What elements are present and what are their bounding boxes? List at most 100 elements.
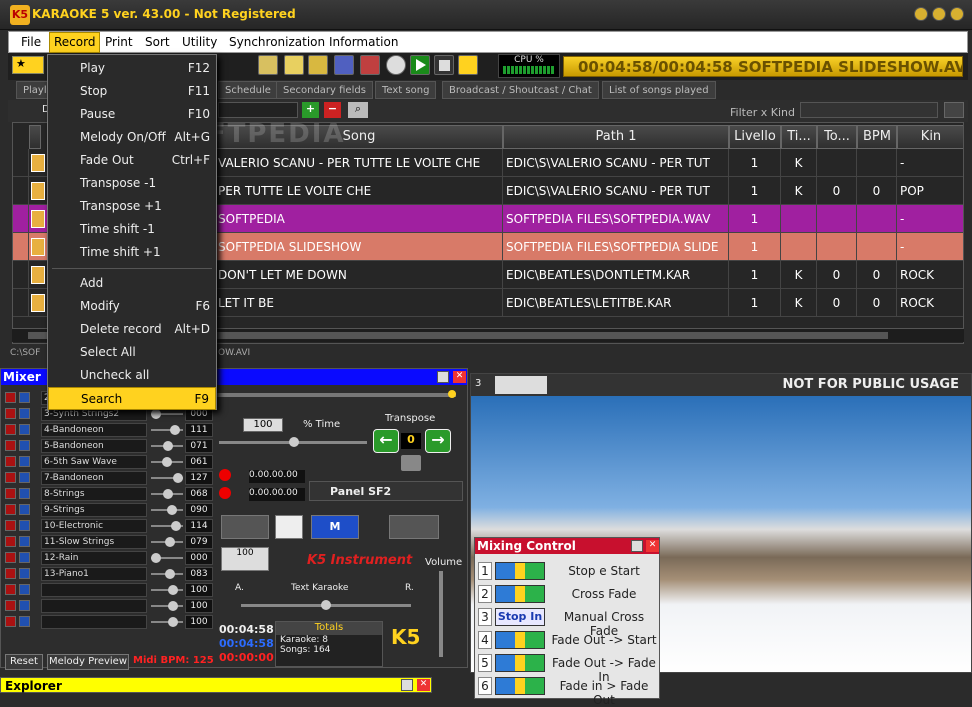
- col-header-to[interactable]: To...: [817, 125, 857, 149]
- mixing-close-icon[interactable]: ✕: [646, 540, 659, 552]
- waveform-icon[interactable]: [389, 515, 439, 539]
- record-menu-item[interactable]: Add: [48, 272, 216, 295]
- channel-slider[interactable]: [151, 425, 183, 435]
- explorer-restore-icon[interactable]: [401, 679, 413, 691]
- tab-playlist[interactable]: Playl: [16, 81, 48, 99]
- channel-name[interactable]: [41, 599, 147, 613]
- video-field[interactable]: [495, 376, 547, 394]
- record-menu-item[interactable]: Melody On/Off Alt+G: [48, 126, 216, 149]
- record-menu-item[interactable]: Select All: [48, 341, 216, 364]
- mute-icon[interactable]: [5, 440, 16, 451]
- mixing-option[interactable]: 4 Fade Out -> Start: [478, 629, 657, 651]
- record-menu-item[interactable]: Delete record Alt+D: [48, 318, 216, 341]
- filter-kind-select[interactable]: [800, 102, 938, 118]
- melody-preview-button[interactable]: Melody Preview: [47, 654, 129, 670]
- channel-slider[interactable]: [151, 489, 183, 499]
- menu-information[interactable]: Information: [329, 35, 398, 49]
- menu-utility[interactable]: Utility: [182, 35, 217, 49]
- panel-sf2-button[interactable]: Panel SF2: [309, 481, 463, 501]
- transpose-up-icon[interactable]: →: [425, 429, 451, 453]
- col-header-kind[interactable]: Kin: [897, 125, 963, 149]
- menu-synchronization[interactable]: Synchronization: [229, 35, 325, 49]
- menu-file[interactable]: File: [21, 35, 41, 49]
- solo-icon[interactable]: [19, 600, 30, 611]
- col-header-ti[interactable]: Ti...: [781, 125, 817, 149]
- row-selector[interactable]: [13, 261, 29, 289]
- channel-name[interactable]: 12-Rain: [41, 551, 147, 565]
- mute-icon[interactable]: [5, 392, 16, 403]
- record-menu-item[interactable]: Search F9: [48, 387, 216, 410]
- record-menu-item[interactable]: Play F12: [48, 57, 216, 80]
- channel-name[interactable]: 9-Strings: [41, 503, 147, 517]
- tab-songs-played[interactable]: List of songs played: [602, 81, 716, 99]
- mute-icon[interactable]: [5, 536, 16, 547]
- channel-slider[interactable]: [151, 521, 183, 531]
- mute-icon[interactable]: [5, 616, 16, 627]
- record-menu-item[interactable]: Fade Out Ctrl+F: [48, 149, 216, 172]
- channel-slider[interactable]: [151, 473, 183, 483]
- col-header-path[interactable]: Path 1: [503, 125, 729, 149]
- record-menu-item[interactable]: Modify F6: [48, 295, 216, 318]
- transpose-down-icon[interactable]: ←: [373, 429, 399, 453]
- channel-name[interactable]: [41, 583, 147, 597]
- solo-icon[interactable]: [19, 488, 30, 499]
- channel-slider[interactable]: [151, 505, 183, 515]
- star-icon[interactable]: ★: [12, 56, 44, 74]
- mute-icon[interactable]: [5, 488, 16, 499]
- close-button[interactable]: [950, 7, 964, 21]
- channel-slider[interactable]: [151, 617, 183, 627]
- stop-in-button[interactable]: Stop In: [495, 608, 545, 626]
- mixing-option[interactable]: 3 Stop In Manual Cross Fade: [478, 606, 656, 638]
- channel-name[interactable]: 8-Strings: [41, 487, 147, 501]
- solo-icon[interactable]: [19, 584, 30, 595]
- solo-icon[interactable]: [19, 552, 30, 563]
- stop-icon[interactable]: [434, 55, 454, 75]
- channel-name[interactable]: [41, 615, 147, 629]
- text-balance-slider[interactable]: [241, 600, 411, 610]
- record-icon[interactable]: [386, 55, 406, 75]
- row-selector[interactable]: [13, 149, 29, 177]
- mute-icon[interactable]: [5, 504, 16, 515]
- midi-icon[interactable]: M: [311, 515, 359, 539]
- solo-icon[interactable]: [19, 440, 30, 451]
- gauge-icon[interactable]: 100: [221, 547, 269, 571]
- channel-name[interactable]: 11-Slow Strings: [41, 535, 147, 549]
- channel-name[interactable]: 5-Bandoneon: [41, 439, 147, 453]
- video-icon[interactable]: [360, 55, 380, 75]
- open-icon[interactable]: [258, 55, 278, 75]
- mute-icon[interactable]: [5, 600, 16, 611]
- lock-icon[interactable]: [401, 455, 421, 471]
- progress-bar[interactable]: [216, 390, 456, 398]
- channel-slider[interactable]: [151, 457, 183, 467]
- explorer-close-icon[interactable]: ✕: [417, 679, 430, 691]
- maximize-button[interactable]: [932, 7, 946, 21]
- channel-slider[interactable]: [151, 585, 183, 595]
- filter-options-button[interactable]: [944, 102, 964, 118]
- mute-icon[interactable]: [5, 568, 16, 579]
- tempo-slider[interactable]: [219, 437, 367, 447]
- col-header-livello[interactable]: Livello: [729, 125, 781, 149]
- marker-b-icon[interactable]: [219, 487, 231, 499]
- tab-secondary-fields[interactable]: Secondary fields: [276, 81, 373, 99]
- mute-icon[interactable]: [5, 584, 16, 595]
- solo-icon[interactable]: [19, 456, 30, 467]
- solo-icon[interactable]: [19, 568, 30, 579]
- channel-name[interactable]: 7-Bandoneon: [41, 471, 147, 485]
- mute-icon[interactable]: [5, 424, 16, 435]
- tab-broadcast[interactable]: Broadcast / Shoutcast / Chat: [442, 81, 599, 99]
- solo-icon[interactable]: [19, 616, 30, 627]
- menu-print[interactable]: Print: [105, 35, 133, 49]
- mixing-restore-icon[interactable]: [631, 540, 643, 552]
- channel-slider[interactable]: [151, 553, 183, 563]
- record-menu-item[interactable]: Transpose -1: [48, 172, 216, 195]
- channel-slider[interactable]: [151, 569, 183, 579]
- row-selector[interactable]: [13, 289, 29, 317]
- mute-icon[interactable]: [5, 408, 16, 419]
- spectrum-icon[interactable]: [275, 515, 303, 539]
- mixing-option[interactable]: 6 Fade in > Fade Out: [478, 675, 656, 707]
- tempo-stepper[interactable]: 100: [243, 418, 283, 432]
- mixer-close-icon[interactable]: ✕: [453, 371, 466, 383]
- solo-icon[interactable]: [19, 472, 30, 483]
- record-menu-item[interactable]: Uncheck all: [48, 364, 216, 387]
- mute-icon[interactable]: [5, 520, 16, 531]
